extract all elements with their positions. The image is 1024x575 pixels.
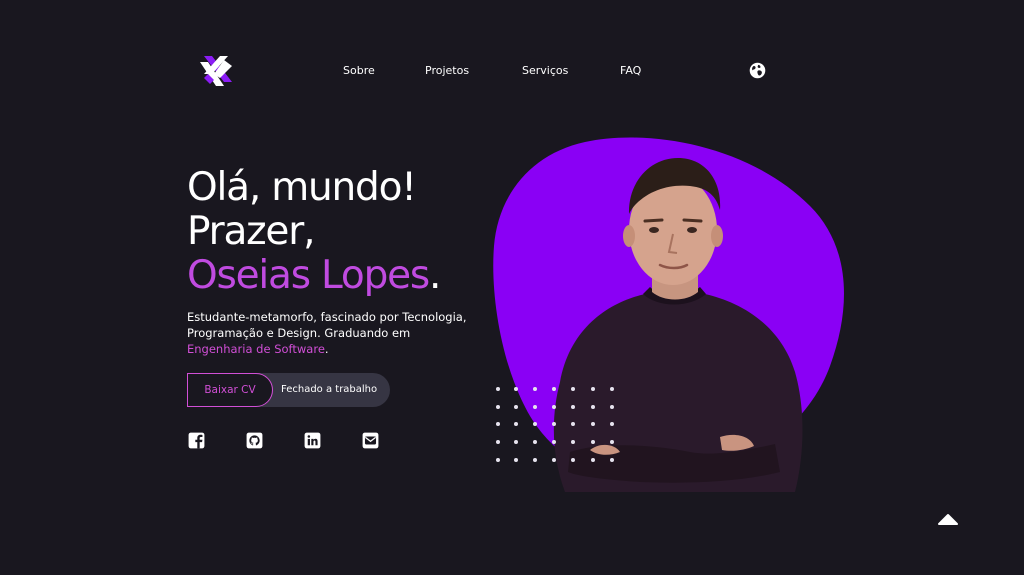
facebook-icon[interactable]: [187, 431, 206, 450]
github-icon[interactable]: [245, 431, 264, 450]
globe-icon[interactable]: [749, 62, 766, 79]
work-status: Fechado a trabalho: [281, 384, 378, 395]
description-text: Estudante-metamorfo, fascinado por Tecno…: [187, 310, 467, 340]
scroll-to-top-icon[interactable]: [937, 512, 959, 526]
dot-pattern-decoration: [496, 387, 614, 462]
name-period: .: [429, 253, 441, 298]
email-icon[interactable]: [361, 431, 380, 450]
nav-item-projetos[interactable]: Projetos: [425, 64, 469, 77]
description-highlight: Engenharia de Software: [187, 342, 325, 356]
hero-name: Oseias Lopes: [187, 253, 430, 298]
hero-headline: Olá, mundo! Prazer, Oseias Lopes.: [187, 165, 441, 298]
nav-item-sobre[interactable]: Sobre: [343, 64, 375, 77]
nav-item-faq[interactable]: FAQ: [620, 64, 641, 77]
linkedin-icon[interactable]: [303, 431, 322, 450]
main-nav: Sobre Projetos Serviços FAQ: [0, 64, 1024, 80]
name-line: Oseias Lopes.: [187, 253, 441, 298]
download-cv-button[interactable]: Baixar CV: [187, 373, 273, 407]
greeting-line-1: Olá, mundo!: [187, 165, 417, 210]
cta-group: Baixar CV Fechado a trabalho: [187, 373, 390, 407]
hero-description: Estudante-metamorfo, fascinado por Tecno…: [187, 309, 497, 357]
description-end: .: [324, 342, 329, 356]
greeting-line-2: Prazer,: [187, 209, 315, 254]
nav-item-servicos[interactable]: Serviços: [522, 64, 568, 77]
